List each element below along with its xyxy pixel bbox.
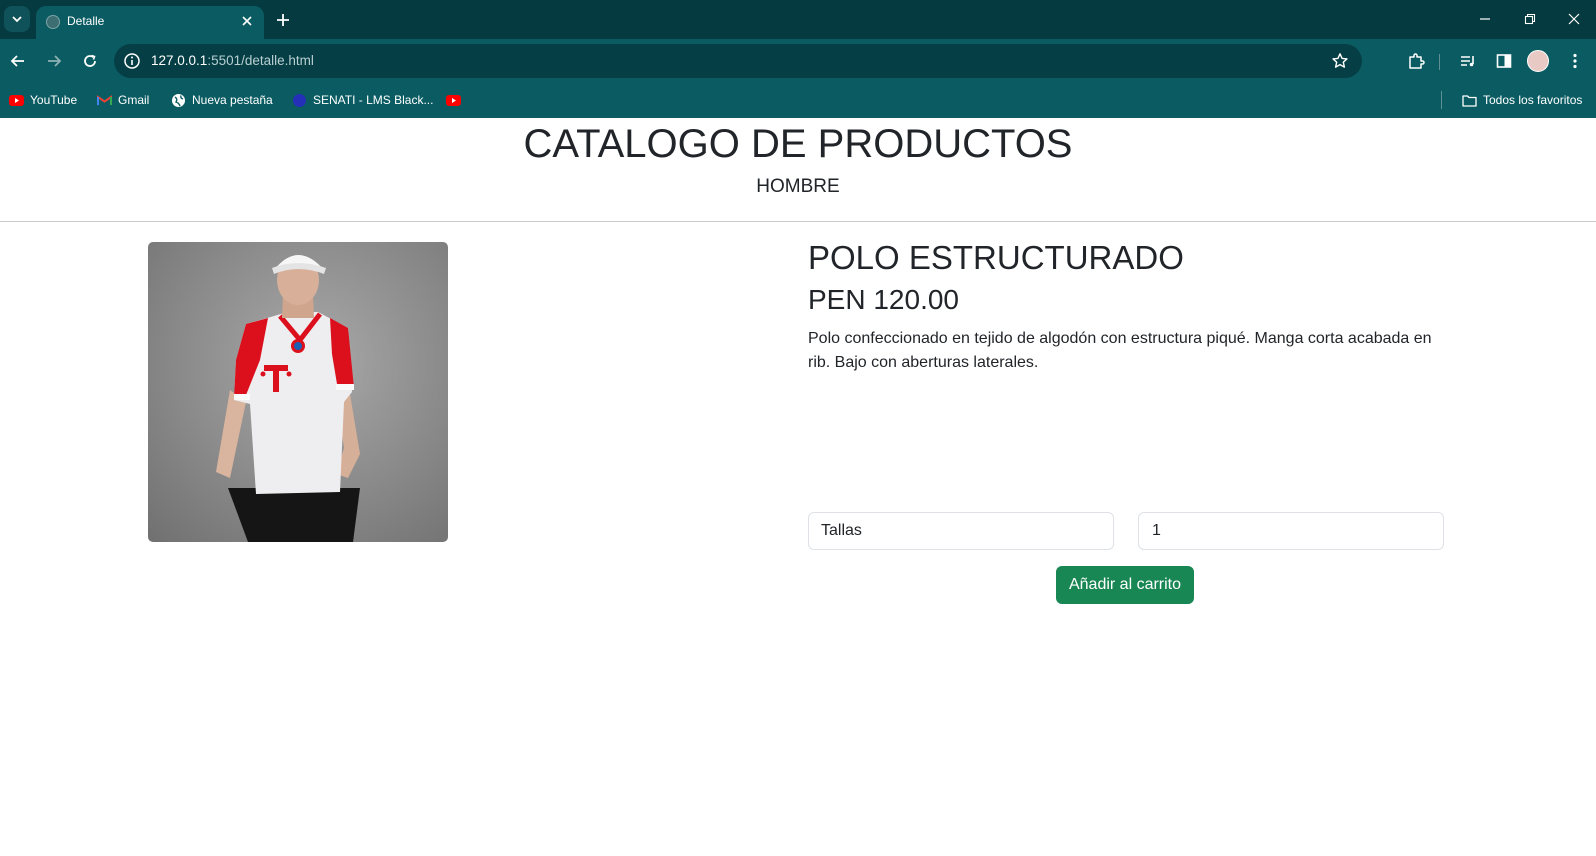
new-tab-button[interactable] bbox=[272, 9, 294, 31]
toolbar-divider bbox=[1439, 54, 1440, 70]
side-panel-button[interactable] bbox=[1493, 50, 1515, 72]
globe-icon bbox=[46, 15, 60, 29]
plus-icon bbox=[277, 14, 289, 26]
size-select-value: Tallas bbox=[821, 522, 862, 539]
chevron-down-icon bbox=[12, 16, 22, 23]
close-icon bbox=[1568, 13, 1580, 25]
puzzle-icon bbox=[1409, 53, 1425, 69]
browser-tab-bar: Detalle bbox=[0, 0, 1596, 39]
bookmark-youtube[interactable]: YouTube bbox=[8, 91, 77, 109]
minimize-button[interactable] bbox=[1473, 8, 1497, 30]
media-control-button[interactable] bbox=[1457, 50, 1479, 72]
all-bookmarks-label: Todos los favoritos bbox=[1483, 93, 1583, 107]
bookmark-label: Nueva pestaña bbox=[192, 93, 273, 107]
bookmark-label: SENATI - LMS Black... bbox=[313, 93, 434, 107]
close-window-button[interactable] bbox=[1562, 8, 1586, 30]
forward-button[interactable] bbox=[42, 49, 66, 73]
size-select[interactable]: Tallas bbox=[808, 512, 1114, 550]
reload-button[interactable] bbox=[78, 49, 102, 73]
bookmark-gmail[interactable]: Gmail bbox=[96, 91, 149, 109]
reload-icon bbox=[84, 54, 96, 67]
arrow-right-icon bbox=[48, 55, 62, 67]
bookmarks-divider bbox=[1441, 91, 1442, 109]
senati-icon bbox=[291, 92, 307, 108]
bookmarks-bar: YouTube Gmail Nueva pestaña SENATI - LMS… bbox=[0, 83, 1596, 118]
extensions-button[interactable] bbox=[1405, 50, 1427, 72]
bookmark-nueva-pestana[interactable]: Nueva pestaña bbox=[170, 91, 273, 109]
star-icon[interactable] bbox=[1331, 52, 1349, 70]
restore-button[interactable] bbox=[1518, 8, 1542, 30]
address-bar[interactable]: 127.0.0.1:5501/detalle.html bbox=[114, 44, 1362, 78]
product-detail: POLO ESTRUCTURADO PEN 120.00 Polo confec… bbox=[808, 238, 1448, 604]
globe-icon bbox=[170, 92, 186, 108]
profile-avatar[interactable] bbox=[1527, 50, 1549, 72]
close-tab-icon[interactable] bbox=[238, 12, 256, 30]
tab-search-button[interactable] bbox=[4, 6, 30, 32]
bookmark-senati[interactable]: SENATI - LMS Black... bbox=[291, 91, 433, 109]
gmail-icon bbox=[96, 92, 112, 108]
info-icon[interactable] bbox=[123, 52, 141, 70]
product-name: POLO ESTRUCTURADO bbox=[808, 239, 1184, 276]
tab-title: Detalle bbox=[67, 14, 105, 28]
jersey-model-photo bbox=[216, 255, 360, 542]
product-description: Polo confeccionado en tejido de algodón … bbox=[808, 330, 1432, 371]
add-to-cart-button[interactable]: Añadir al carrito bbox=[1056, 566, 1194, 604]
browser-toolbar: 127.0.0.1:5501/detalle.html bbox=[0, 39, 1596, 83]
back-button[interactable] bbox=[6, 49, 30, 73]
folder-icon bbox=[1461, 92, 1477, 108]
bookmark-label: YouTube bbox=[30, 93, 78, 107]
all-bookmarks-button[interactable]: Todos los favoritos bbox=[1461, 91, 1582, 109]
youtube-icon bbox=[8, 92, 24, 108]
music-queue-icon bbox=[1461, 56, 1474, 67]
arrow-left-icon bbox=[10, 55, 24, 67]
page-title: CATALOGO DE PRODUCTOS bbox=[523, 122, 1073, 166]
product-price: PEN 120.00 bbox=[808, 284, 959, 315]
quantity-value: 1 bbox=[1152, 522, 1161, 539]
minimize-icon bbox=[1480, 18, 1490, 20]
restore-icon bbox=[1524, 13, 1536, 25]
product-image bbox=[148, 242, 448, 542]
url-text: 127.0.0.1:5501/detalle.html bbox=[151, 53, 314, 68]
youtube-icon bbox=[445, 92, 461, 108]
more-vertical-icon bbox=[1573, 53, 1577, 69]
bookmark-label: Gmail bbox=[118, 93, 150, 107]
category-subtitle: HOMBRE bbox=[756, 176, 840, 197]
browser-menu-button[interactable] bbox=[1564, 50, 1586, 72]
active-tab[interactable]: Detalle bbox=[36, 6, 264, 39]
quantity-input[interactable]: 1 bbox=[1138, 512, 1444, 550]
page-content: CATALOGO DE PRODUCTOS HOMBRE POLO ESTRUC… bbox=[0, 118, 1596, 856]
side-panel-icon bbox=[1496, 54, 1512, 68]
purchase-controls: Tallas 1 bbox=[808, 512, 1448, 550]
bookmark-youtube-2[interactable] bbox=[445, 91, 467, 109]
catalog-header: CATALOGO DE PRODUCTOS HOMBRE bbox=[0, 118, 1596, 222]
